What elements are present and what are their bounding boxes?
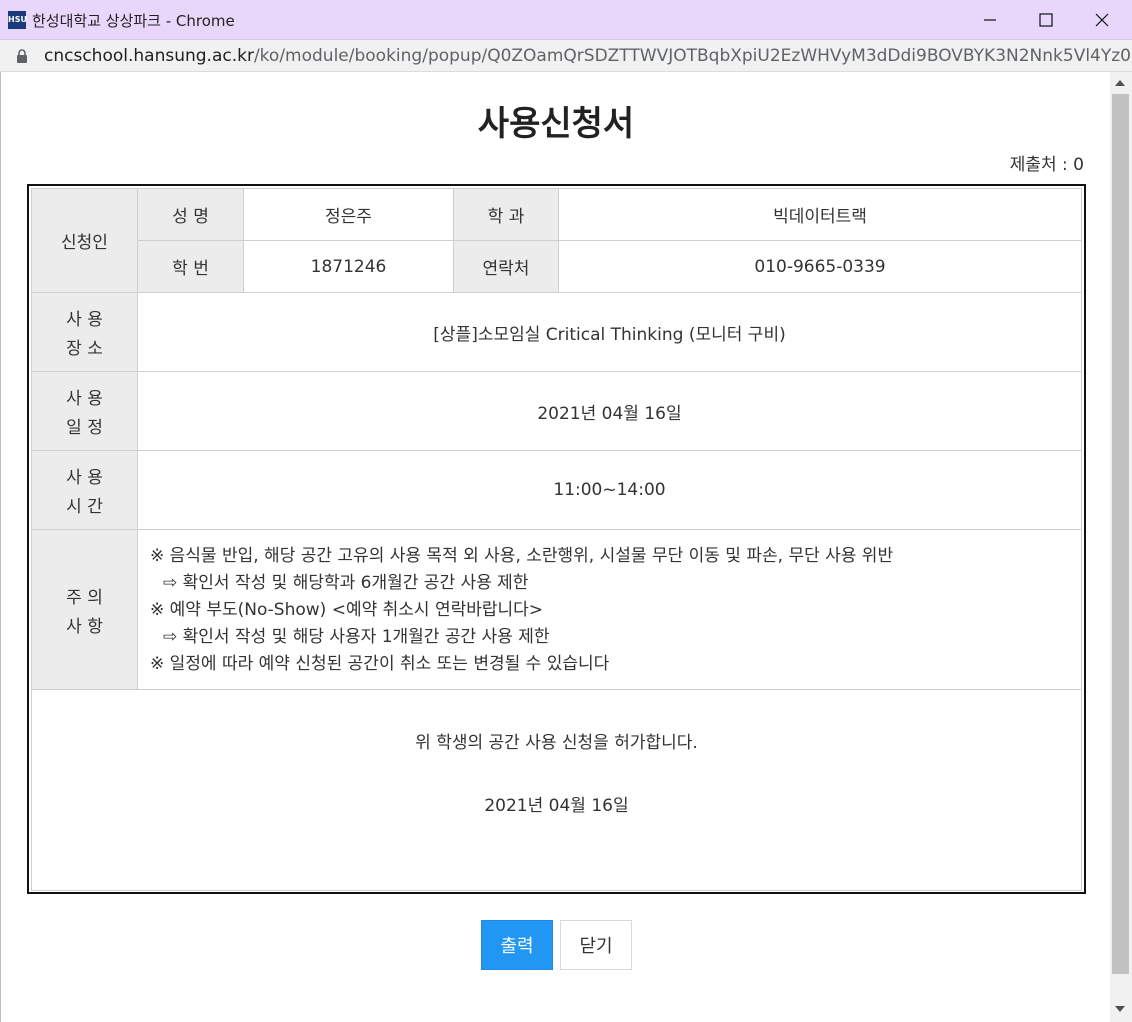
applicant-label: 신청인 — [31, 188, 138, 293]
notice-label-line: 주 의 — [66, 587, 103, 608]
dept-value: 빅데이터트랙 — [558, 188, 1082, 241]
table-row: 사 용장 소 [상플]소모임실 Critical Thinking (모니터 구… — [31, 292, 1082, 372]
scrollbar-thumb[interactable] — [1112, 94, 1129, 974]
notice-label-line: 사 항 — [66, 616, 103, 637]
student-id-label: 학 번 — [137, 240, 244, 293]
contact-label: 연락처 — [453, 240, 559, 293]
table-row: 주 의사 항 ※ 음식물 반입, 해당 공간 고유의 사용 목적 외 사용, 소… — [31, 529, 1082, 690]
notice-line: ※ 예약 부도(No-Show) <예약 취소시 연락바랍니다> — [150, 600, 544, 620]
minimize-button[interactable] — [962, 0, 1018, 40]
table-row: 사 용일 정 2021년 04월 16일 — [31, 371, 1082, 451]
notice-line: ※ 음식물 반입, 해당 공간 고유의 사용 목적 외 사용, 소란행위, 시설… — [150, 546, 894, 566]
student-id-value: 1871246 — [243, 240, 454, 293]
notice-line: ⇨ 확인서 작성 및 해당학과 6개월간 공간 사용 제한 — [163, 573, 529, 593]
time-label: 사 용시 간 — [31, 450, 138, 530]
form-table: 신청인 성 명 정은주 학 과 빅데이터트랙 학 번 1871246 연락처 0… — [31, 188, 1082, 891]
contact-value: 010-9665-0339 — [558, 240, 1082, 293]
url-text[interactable]: cncschool.hansung.ac.kr/ko/module/bookin… — [44, 46, 1132, 66]
time-label-line: 시 간 — [66, 497, 103, 517]
url-path: /ko/module/booking/popup/Q0ZOamQrSDZTTWV… — [253, 46, 1132, 66]
dept-label: 학 과 — [453, 188, 559, 241]
notice-label: 주 의사 항 — [31, 529, 138, 690]
lock-icon — [16, 48, 28, 67]
schedule-label-line: 일 정 — [66, 418, 103, 438]
print-button[interactable]: 출력 — [481, 920, 553, 970]
notice-line: ※ 일정에 따라 예약 신청된 공간이 취소 또는 변경될 수 있습니다 — [150, 654, 610, 674]
approval-text: 위 학생의 공간 사용 신청을 허가합니다. — [415, 733, 698, 753]
table-row: 위 학생의 공간 사용 신청을 허가합니다. 2021년 04월 16일 — [31, 689, 1082, 891]
time-value: 11:00~14:00 — [137, 450, 1082, 530]
table-row: 신청인 성 명 정은주 학 과 빅데이터트랙 — [31, 188, 1082, 293]
schedule-value: 2021년 04월 16일 — [137, 371, 1082, 451]
close-button[interactable]: 닫기 — [560, 920, 632, 970]
scroll-down-arrow-icon[interactable] — [1115, 1006, 1125, 1012]
scroll-up-arrow-icon[interactable] — [1115, 80, 1125, 86]
maximize-button[interactable] — [1018, 0, 1074, 40]
minimize-icon — [984, 19, 996, 21]
notice-line: ⇨ 확인서 작성 및 해당 사용자 1개월간 공간 사용 제한 — [163, 627, 550, 647]
schedule-label: 사 용일 정 — [31, 371, 138, 451]
close-icon — [1095, 13, 1109, 27]
address-bar[interactable]: cncschool.hansung.ac.kr/ko/module/bookin… — [0, 40, 1132, 72]
notice-text: ※ 음식물 반입, 해당 공간 고유의 사용 목적 외 사용, 소란행위, 시설… — [137, 529, 1082, 690]
page-content: 사용신청서 제출처 : 0 신청인 성 명 정은주 학 과 빅데이터트랙 학 번… — [0, 72, 1110, 1022]
window-title: 한성대학교 상상파크 - Chrome — [32, 12, 235, 30]
url-host: cncschool.hansung.ac.kr — [44, 46, 254, 66]
maximize-icon — [1039, 13, 1053, 27]
name-label: 성 명 — [137, 188, 244, 241]
window-titlebar: HSU 한성대학교 상상파크 - Chrome — [0, 0, 1132, 40]
page-title: 사용신청서 — [477, 104, 635, 144]
vertical-scrollbar[interactable] — [1110, 72, 1132, 1022]
place-label-line: 사 용 — [66, 310, 103, 330]
table-row: 사 용시 간 11:00~14:00 — [31, 450, 1082, 530]
submit-count: 제출처 : 0 — [1009, 155, 1084, 175]
schedule-label-line: 사 용 — [66, 389, 103, 409]
application-form: 신청인 성 명 정은주 학 과 빅데이터트랙 학 번 1871246 연락처 0… — [27, 184, 1086, 894]
name-value: 정은주 — [243, 188, 454, 241]
approval-date: 2021년 04월 16일 — [484, 796, 629, 816]
place-label: 사 용장 소 — [31, 292, 138, 372]
place-label-line: 장 소 — [66, 339, 103, 359]
table-row: 학 번 1871246 연락처 010-9665-0339 — [32, 240, 1082, 293]
place-value: [상플]소모임실 Critical Thinking (모니터 구비) — [137, 292, 1082, 372]
approval-cell: 위 학생의 공간 사용 신청을 허가합니다. 2021년 04월 16일 — [31, 689, 1082, 891]
time-label-line: 사 용 — [66, 468, 103, 488]
site-favicon-icon: HSU — [8, 11, 27, 29]
close-window-button[interactable] — [1074, 0, 1130, 40]
